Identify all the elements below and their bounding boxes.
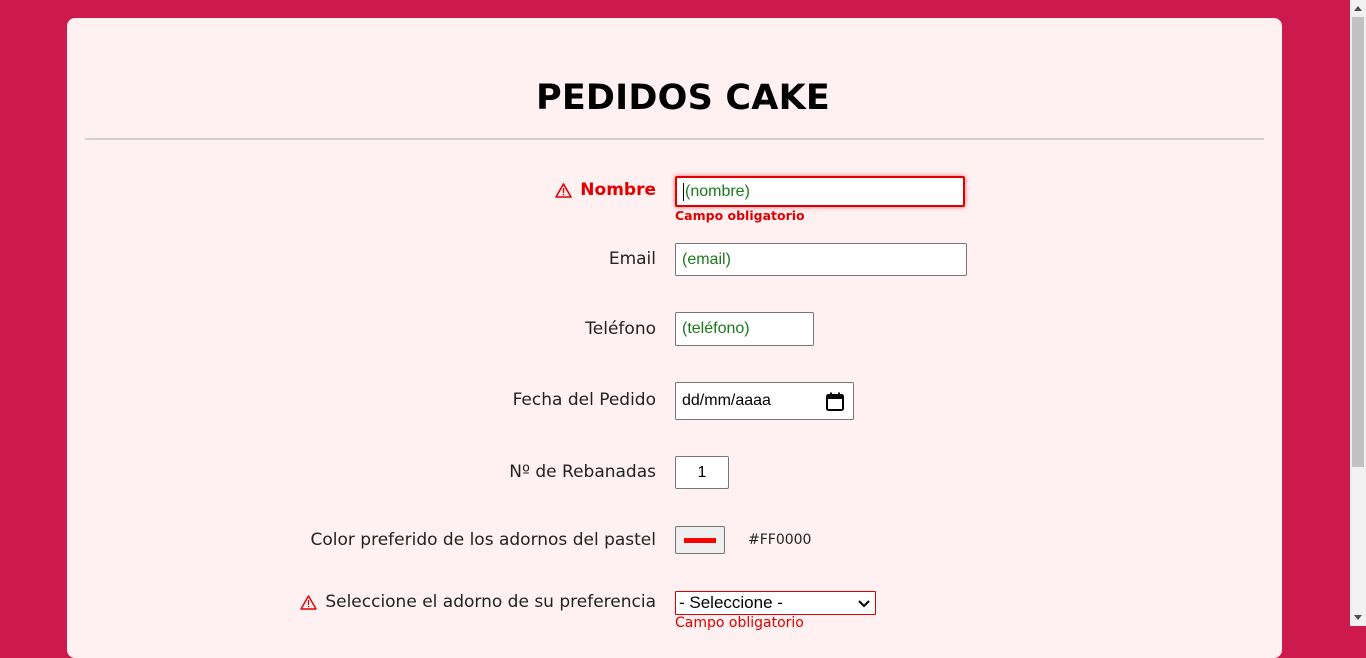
adorno-label-text: Seleccione el adorno de su preferencia xyxy=(325,592,656,612)
nombre-label: Nombre xyxy=(555,180,656,203)
vertical-scrollbar[interactable] xyxy=(1350,0,1366,626)
color-label: Color preferido de los adornos del paste… xyxy=(310,530,656,550)
adorno-error: Campo obligatorio xyxy=(675,615,804,631)
color-swatch xyxy=(684,538,716,543)
email-input[interactable]: (email) xyxy=(675,243,967,276)
adorno-label: Seleccione el adorno de su preferencia xyxy=(300,592,656,615)
color-hex-value: #FF0000 xyxy=(748,532,812,548)
rebanadas-label: Nº de Rebanadas xyxy=(509,462,656,482)
scroll-up-icon[interactable] xyxy=(1354,6,1362,11)
telefono-label: Teléfono xyxy=(585,319,656,339)
rebanadas-value: 1 xyxy=(697,463,707,481)
rebanadas-input[interactable]: 1 xyxy=(675,456,729,489)
nombre-input[interactable]: (nombre) xyxy=(675,176,965,207)
fecha-input[interactable]: dd/mm/aaaa xyxy=(675,382,854,420)
scrollbar-thumb[interactable] xyxy=(1352,17,1364,467)
adorno-selected: - Seleccione - xyxy=(679,593,783,612)
fecha-label: Fecha del Pedido xyxy=(512,390,656,410)
warning-icon xyxy=(300,595,318,615)
email-value: (email) xyxy=(682,250,731,268)
telefono-input[interactable]: (teléfono) xyxy=(675,312,814,346)
text-cursor xyxy=(683,182,684,201)
nombre-value: (nombre) xyxy=(685,182,750,200)
title-divider xyxy=(85,138,1264,140)
nombre-error: Campo obligatorio xyxy=(675,208,805,223)
chevron-down-icon xyxy=(857,595,871,615)
fecha-value: dd/mm/aaaa xyxy=(682,392,771,409)
adorno-select[interactable]: - Seleccione - xyxy=(675,591,876,615)
scroll-down-icon[interactable] xyxy=(1354,615,1362,620)
warning-icon xyxy=(555,183,573,203)
telefono-value: (teléfono) xyxy=(682,320,750,337)
color-picker[interactable] xyxy=(675,526,725,554)
nombre-label-text: Nombre xyxy=(580,180,656,200)
calendar-icon[interactable] xyxy=(826,392,844,416)
page-title: PEDIDOS CAKE xyxy=(535,78,831,118)
email-label: Email xyxy=(608,249,656,269)
